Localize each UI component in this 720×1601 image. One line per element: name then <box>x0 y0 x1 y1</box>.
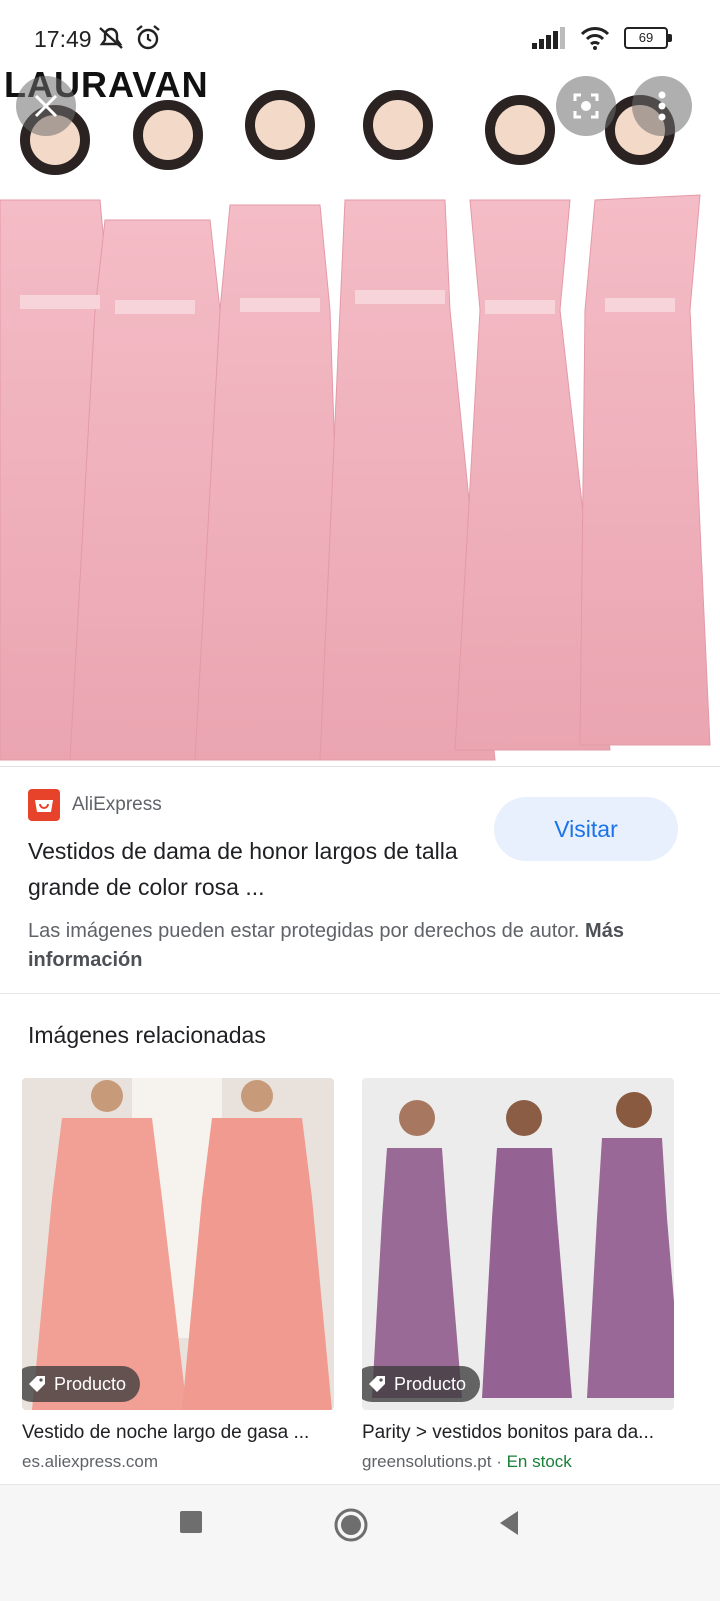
related-source: greensolutions.pt · En stock <box>362 1452 692 1472</box>
status-time: 17:49 <box>34 26 92 52</box>
product-badge-label: Producto <box>54 1373 127 1394</box>
related-title[interactable]: Vestido de noche largo de gasa ... <box>22 1422 338 1444</box>
visit-button[interactable]: Visitar <box>494 797 678 861</box>
lens-button[interactable] <box>556 76 616 136</box>
status-bar: 17:49 69 <box>0 0 720 72</box>
related-card[interactable]: Producto Parity > vestidos bonitos para … <box>362 1078 692 1472</box>
more-options-button[interactable] <box>632 76 692 136</box>
home-circle-icon <box>334 1508 368 1542</box>
square-icon <box>180 1511 202 1533</box>
related-source: es.aliexpress.com <box>22 1452 159 1471</box>
signal-icon <box>532 27 565 49</box>
aliexpress-logo-icon <box>28 789 60 821</box>
related-heading: Imágenes relacionadas <box>28 1022 266 1048</box>
more-vert-icon <box>658 91 666 121</box>
stock-status: En stock <box>506 1452 572 1471</box>
close-button[interactable] <box>16 76 76 136</box>
system-nav-bar <box>0 1484 720 1601</box>
home-button[interactable] <box>333 1507 369 1548</box>
wifi-icon <box>580 27 610 50</box>
source-name: AliExpress <box>72 794 162 815</box>
tag-icon <box>29 1376 45 1392</box>
back-triangle-icon <box>500 1511 518 1535</box>
lens-icon <box>573 93 599 119</box>
source-row[interactable]: AliExpress <box>28 789 162 821</box>
close-icon <box>34 94 58 118</box>
result-title[interactable]: Vestidos de dama de honor largos de tall… <box>28 833 468 905</box>
tag-icon <box>369 1376 385 1392</box>
related-image[interactable]: Producto <box>362 1078 674 1410</box>
battery-icon: 69 <box>624 27 672 49</box>
mute-icon <box>99 27 123 49</box>
related-title[interactable]: Parity > vestidos bonitos para da... <box>362 1422 678 1444</box>
recents-button[interactable] <box>178 1509 204 1540</box>
alarm-icon <box>136 25 160 50</box>
result-info-panel: AliExpress Visitar Vestidos de dama de h… <box>0 766 720 994</box>
copyright-text: Las imágenes pueden estar protegidas por… <box>28 920 580 942</box>
product-badge: Producto <box>22 1366 141 1402</box>
product-badge: Producto <box>362 1366 481 1402</box>
copyright-notice: Las imágenes pueden estar protegidas por… <box>28 917 668 975</box>
back-button[interactable] <box>496 1509 522 1542</box>
product-badge-label: Producto <box>394 1373 467 1394</box>
related-source-domain: greensolutions.pt · <box>362 1452 507 1471</box>
related-card[interactable]: Producto Vestido de noche largo de gasa … <box>22 1078 352 1472</box>
related-image[interactable]: Producto <box>22 1078 334 1410</box>
